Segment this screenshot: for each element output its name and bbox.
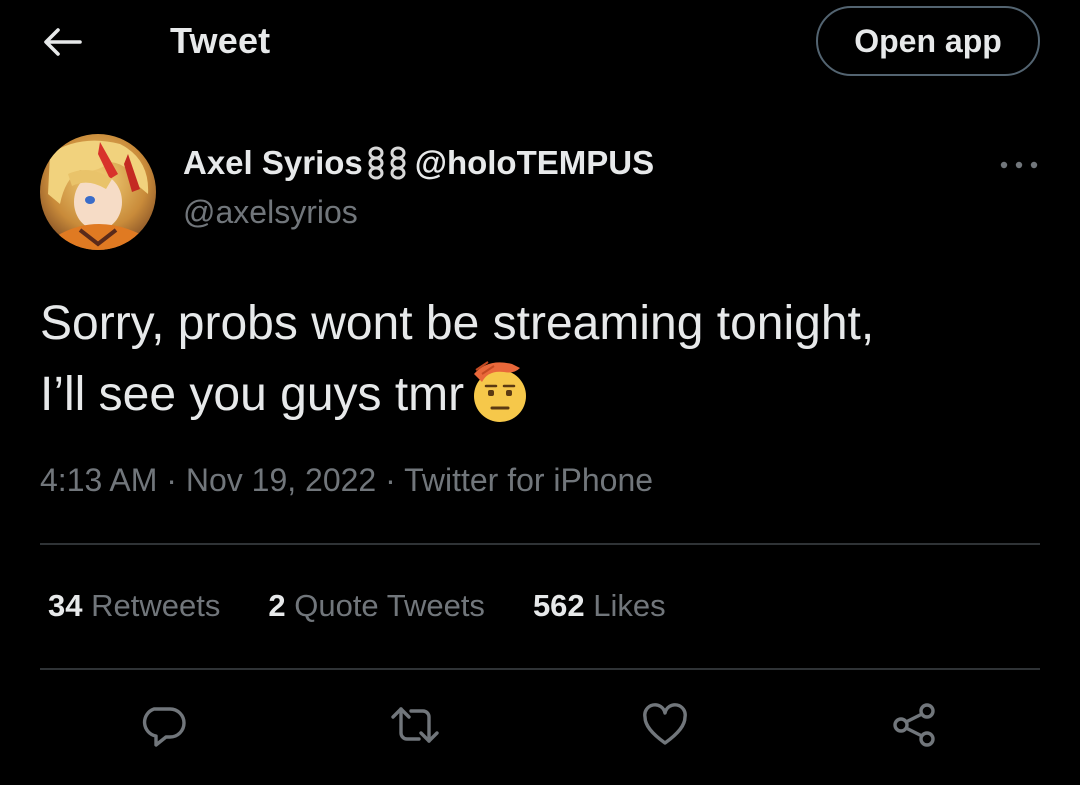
- tweet-text-line-1: Sorry, probs wont be streaming tonight,: [40, 297, 875, 350]
- reply-button[interactable]: [134, 695, 194, 755]
- more-dots-icon: [1000, 161, 1038, 169]
- tweet-text: Sorry, probs wont be streaming tonight, …: [40, 290, 1050, 429]
- likes-label: Likes: [593, 588, 666, 623]
- retweet-button[interactable]: [385, 695, 445, 755]
- share-button[interactable]: [884, 695, 944, 755]
- retweets-label: Retweets: [91, 588, 221, 623]
- back-arrow-icon: [44, 28, 82, 56]
- tweet-actions: [0, 695, 1080, 759]
- like-icon: [643, 703, 687, 745]
- tweet-meta: 4:13 AM · Nov 19, 2022 · Twitter for iPh…: [40, 462, 653, 499]
- avatar-image: [40, 134, 156, 250]
- back-button[interactable]: [40, 22, 84, 62]
- quote-tweets-label: Quote Tweets: [294, 588, 485, 623]
- page-title: Tweet: [170, 20, 271, 61]
- tweet-date[interactable]: Nov 19, 2022: [186, 462, 376, 498]
- reply-icon: [142, 707, 186, 747]
- divider: [40, 668, 1040, 670]
- share-icon: [893, 703, 935, 747]
- like-button[interactable]: [635, 695, 695, 755]
- meta-separator: ·: [166, 462, 177, 498]
- likes-stat[interactable]: 562 Likes: [533, 588, 666, 624]
- meta-separator: ·: [385, 462, 396, 498]
- tweet-source[interactable]: Twitter for iPhone: [404, 462, 653, 498]
- tweet-text-line-2-text: I’ll see you guys tmr: [40, 368, 465, 421]
- author-name-suffix: @holoTEMPUS: [414, 144, 655, 181]
- author-display-name-row[interactable]: Axel Syrios @holoTEMPUS: [183, 144, 654, 182]
- saluting-face-emoji: [474, 361, 527, 422]
- author-display-name: Axel Syrios: [183, 144, 363, 181]
- open-app-button[interactable]: Open app: [816, 6, 1040, 76]
- avatar[interactable]: [40, 134, 156, 250]
- likes-count: 562: [532, 588, 585, 623]
- top-bar: Tweet Open app: [0, 0, 1080, 90]
- more-options-button[interactable]: [994, 150, 1044, 180]
- tweet-stats: 34 Retweets 2 Quote Tweets 562 Likes: [48, 588, 714, 624]
- divider: [40, 543, 1040, 545]
- quote-tweets-count: 2: [268, 588, 286, 623]
- retweets-count: 34: [48, 588, 83, 623]
- author-handle[interactable]: @axelsyrios: [183, 194, 358, 231]
- tweet-text-line-2: I’ll see you guys tmr: [40, 358, 1050, 429]
- tweet-time[interactable]: 4:13 AM: [40, 462, 157, 498]
- chain-icon: [368, 146, 406, 180]
- retweet-icon: [391, 707, 439, 743]
- quote-tweets-stat[interactable]: 2 Quote Tweets: [268, 588, 485, 624]
- retweets-stat[interactable]: 34 Retweets: [48, 588, 220, 624]
